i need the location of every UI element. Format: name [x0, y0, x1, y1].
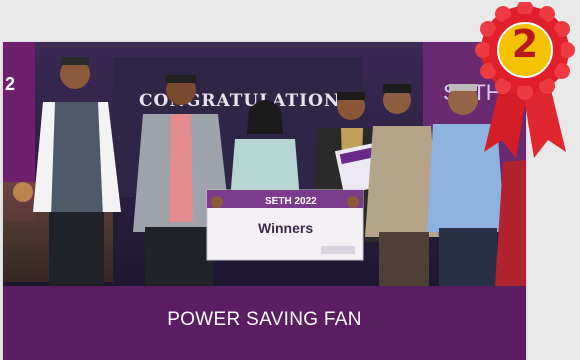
- left-banner-text: 2: [5, 74, 15, 94]
- award-card: 2 SETH CONGRATULATIONS: [3, 42, 526, 360]
- cheque-event-text: SETH 2022: [265, 196, 317, 207]
- caption-bar: POWER SAVING FAN: [3, 286, 526, 360]
- winners-cheque: SETH 2022 Winners: [206, 189, 364, 261]
- second-place-rosette: 2: [472, 0, 578, 164]
- caption-text: POWER SAVING FAN: [167, 309, 362, 330]
- event-photo: 2 SETH CONGRATULATIONS: [3, 42, 526, 286]
- rank-number: 2: [511, 22, 539, 66]
- cheque-label: Winners: [258, 220, 313, 236]
